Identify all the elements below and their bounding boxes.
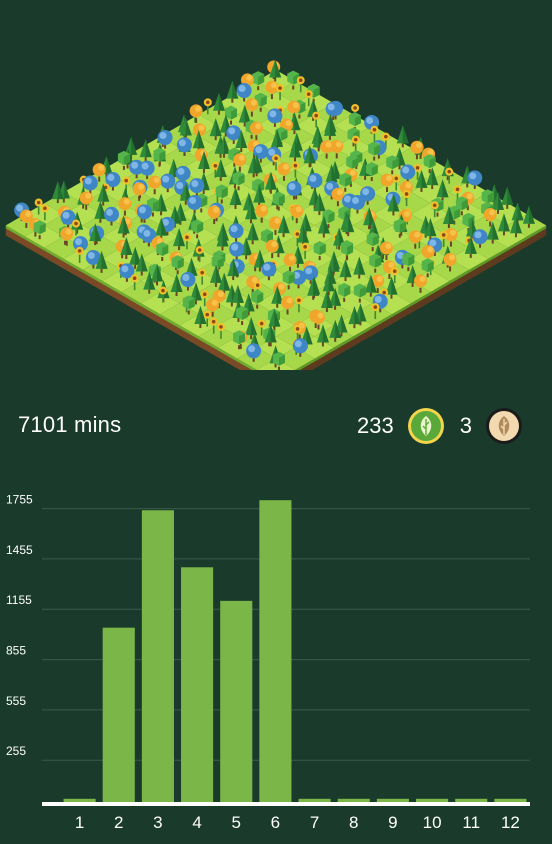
bar-month-5 xyxy=(220,600,253,803)
x-tick-label: 10 xyxy=(423,813,442,832)
tree-counts: 233 3 xyxy=(357,406,522,446)
green-leaf-icon xyxy=(407,408,444,444)
x-tick-label: 2 xyxy=(114,813,123,832)
x-tick-label: 3 xyxy=(153,813,162,832)
x-tick-label: 9 xyxy=(388,813,397,832)
x-tick-label: 8 xyxy=(349,813,358,832)
forest-island xyxy=(5,59,547,370)
x-tick-label: 5 xyxy=(232,813,241,832)
withered-tree-count: 3 xyxy=(459,413,472,438)
bar-month-4 xyxy=(181,567,214,803)
monthly-bar-chart: 2555558551155145517551 2 3 4 5 6 7 8 9 10 11 12 xyxy=(6,493,530,832)
y-tick-label: 255 xyxy=(6,744,26,758)
x-tick-label: 7 xyxy=(310,813,319,832)
stats-row: 7101 mins 233 3 xyxy=(0,404,552,448)
bar-month-3 xyxy=(141,510,174,803)
x-tick-label: 4 xyxy=(192,813,201,832)
healthy-tree-count: 233 xyxy=(357,413,394,438)
x-tick-label: 1 xyxy=(75,813,84,832)
total-focus-time: 7101 mins xyxy=(18,412,122,437)
withered-leaf-icon xyxy=(486,408,522,444)
x-tick-label: 6 xyxy=(271,813,280,832)
y-tick-label: 1455 xyxy=(6,543,33,557)
y-tick-label: 855 xyxy=(6,644,26,658)
bar-month-6 xyxy=(259,500,292,803)
y-tick-label: 1155 xyxy=(6,593,32,607)
y-tick-label: 555 xyxy=(6,694,26,708)
y-tick-label: 1755 xyxy=(6,493,33,507)
bar-month-2 xyxy=(102,627,135,803)
x-tick-label: 11 xyxy=(462,813,480,832)
x-axis-baseline xyxy=(42,802,530,806)
x-tick-label: 12 xyxy=(501,813,520,832)
